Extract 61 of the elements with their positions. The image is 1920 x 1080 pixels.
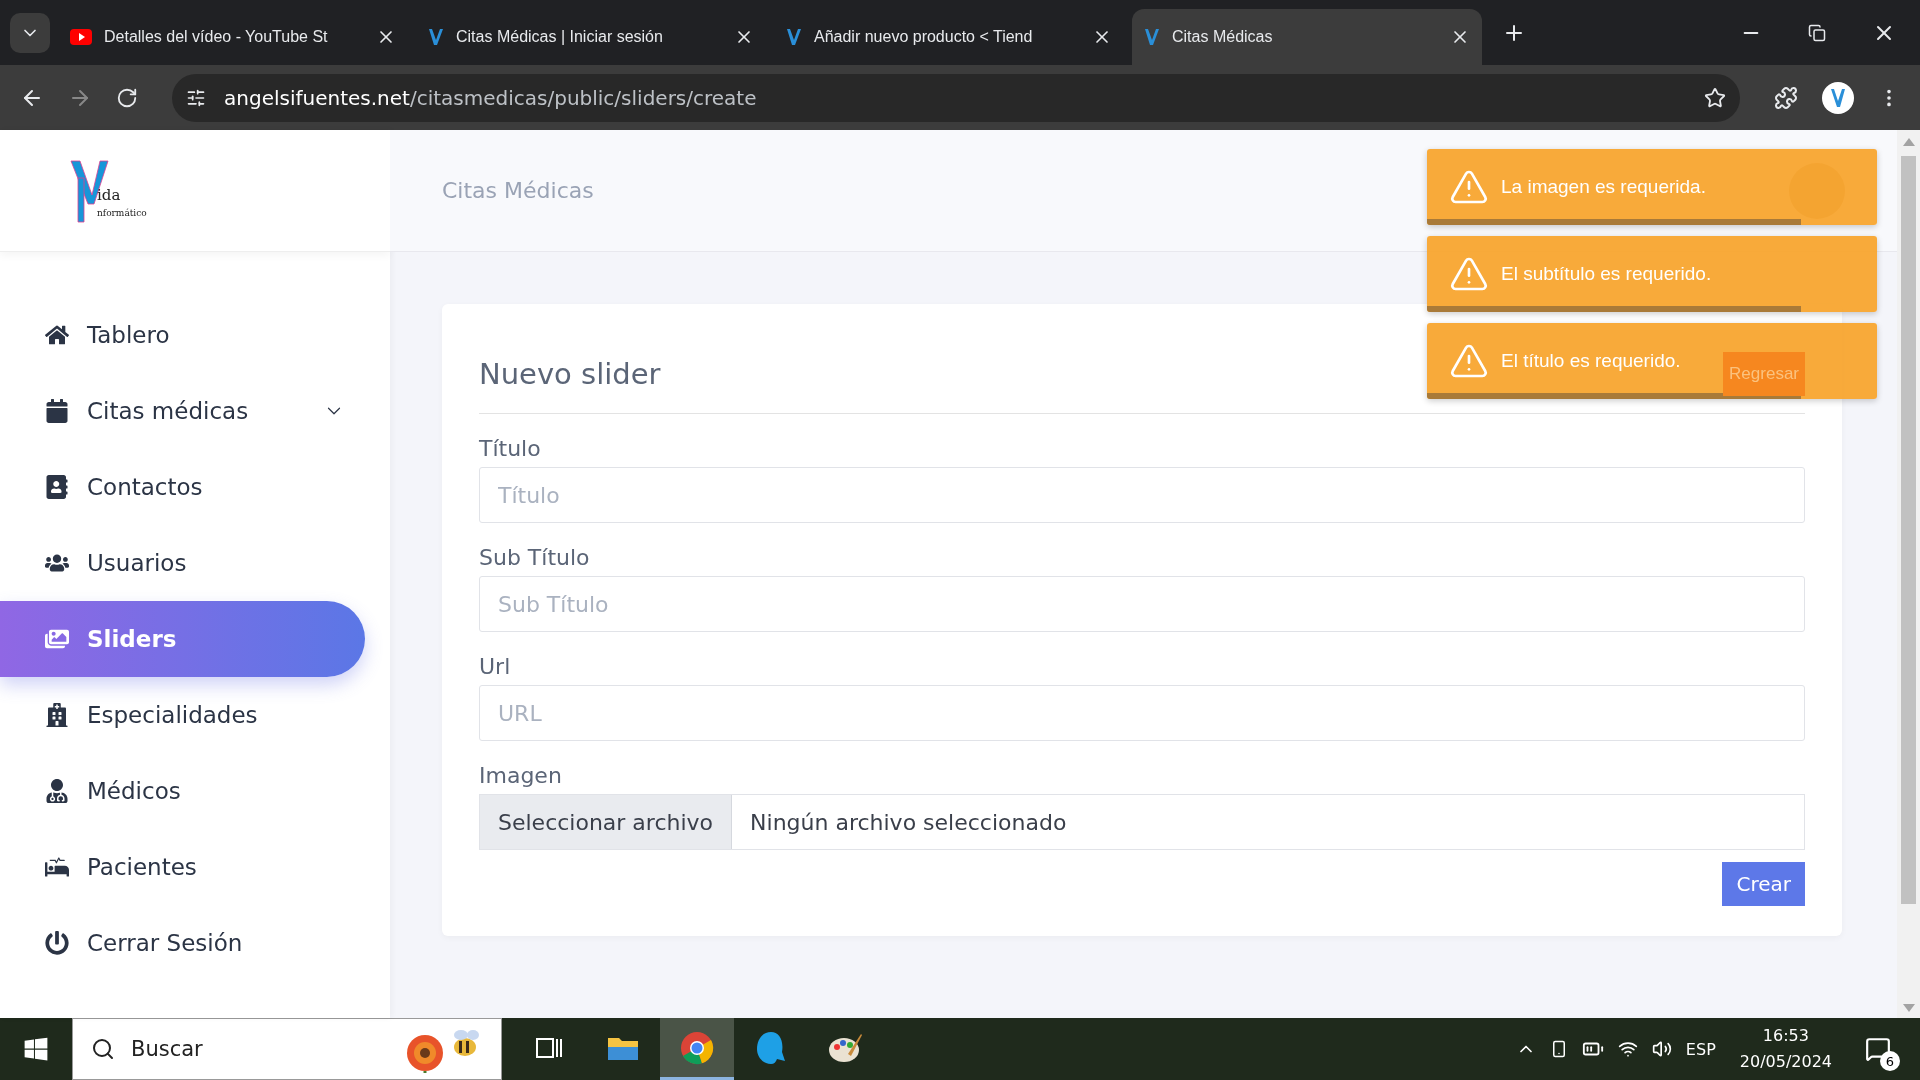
choose-file-button[interactable]: Seleccionar archivo <box>480 795 733 849</box>
field-label: Url <box>479 654 512 679</box>
task-view-icon[interactable] <box>536 1035 562 1060</box>
page-title: Citas Médicas <box>442 178 594 203</box>
warning-toast: El subtítulo es requerido. <box>1427 236 1877 312</box>
sidebar-item[interactable]: Tablero <box>0 297 365 373</box>
sidebar-item[interactable]: Contactos <box>0 449 365 525</box>
speech-bubble-icon[interactable] <box>756 1030 786 1065</box>
sidebar-item[interactable]: Médicos <box>0 753 365 829</box>
restore-icon[interactable] <box>1808 23 1826 42</box>
bookmark-star-icon[interactable] <box>1704 86 1726 109</box>
card-title: Nuevo slider <box>479 356 661 391</box>
clock[interactable]: 16:53 20/05/2024 <box>1739 1023 1832 1075</box>
wifi-icon[interactable] <box>1617 1039 1638 1059</box>
notification-count: 6 <box>1880 1051 1900 1071</box>
palette-icon[interactable] <box>828 1031 862 1064</box>
browser-tab[interactable]: Detalles del vídeo - YouTube St <box>58 9 408 65</box>
sidebar-item[interactable]: Pacientes <box>0 829 365 905</box>
doctor-icon <box>45 779 69 803</box>
calendar-icon <box>45 399 69 423</box>
file-input-field[interactable]: Seleccionar archivo Ningún archivo seleccionado <box>479 794 1805 850</box>
volume-icon[interactable] <box>1651 1039 1672 1059</box>
taskbar-search-field[interactable]: Buscar <box>72 1018 502 1080</box>
search-icon <box>91 1037 115 1061</box>
field-label: Sub Título <box>479 545 591 570</box>
sidebar-item[interactable]: Especialidades <box>0 677 365 753</box>
browser-tab[interactable]: Citas Médicas | Iniciar sesión <box>416 9 766 65</box>
sidebar-item[interactable]: Usuarios <box>0 525 365 601</box>
images-icon <box>45 627 69 651</box>
site-settings-icon[interactable] <box>186 87 206 108</box>
browser-tab[interactable]: Citas Médicas <box>1132 9 1482 65</box>
sidebar-item[interactable]: Citas médicas <box>0 373 365 449</box>
sidebar-item[interactable]: Sliders <box>0 601 365 677</box>
notification-button[interactable]: 6 <box>1856 1027 1900 1071</box>
field-label: Imagen <box>479 763 563 788</box>
browser-tab[interactable]: Añadir nuevo producto < Tiend <box>774 9 1124 65</box>
profile-avatar-icon[interactable] <box>1822 81 1854 114</box>
scrollbar-thumb[interactable] <box>1901 156 1916 904</box>
sidebar-item[interactable]: Cerrar Sesión <box>0 905 365 981</box>
windows-start-icon[interactable] <box>23 1036 49 1062</box>
chrome-icon[interactable] <box>680 1030 714 1065</box>
file-status: Ningún archivo seleccionado <box>749 809 1067 835</box>
contact-book-icon <box>45 475 69 499</box>
create-button[interactable]: Crear <box>1722 862 1805 906</box>
hospital-icon <box>45 703 69 727</box>
field-label: Título <box>479 436 542 461</box>
input-field[interactable]: URL <box>479 685 1805 741</box>
extensions-icon[interactable] <box>1774 85 1798 110</box>
v-logo-icon <box>428 28 444 46</box>
warning-toast: La imagen es requerida. <box>1427 149 1877 225</box>
v-logo-icon <box>786 28 802 46</box>
v-logo-icon <box>1144 28 1160 46</box>
power-icon <box>45 931 69 955</box>
play-logo-icon <box>70 29 92 45</box>
address-bar[interactable]: angelsifuentes.net/citasmedicas/public/sliders/create <box>172 73 1740 122</box>
input-field[interactable]: Sub Título <box>479 576 1805 632</box>
reload-icon[interactable] <box>116 86 138 109</box>
input-field[interactable]: Título <box>479 467 1805 523</box>
language-indicator[interactable]: ESP <box>1685 1039 1716 1059</box>
home-icon <box>45 323 69 347</box>
bed-icon <box>45 855 69 879</box>
